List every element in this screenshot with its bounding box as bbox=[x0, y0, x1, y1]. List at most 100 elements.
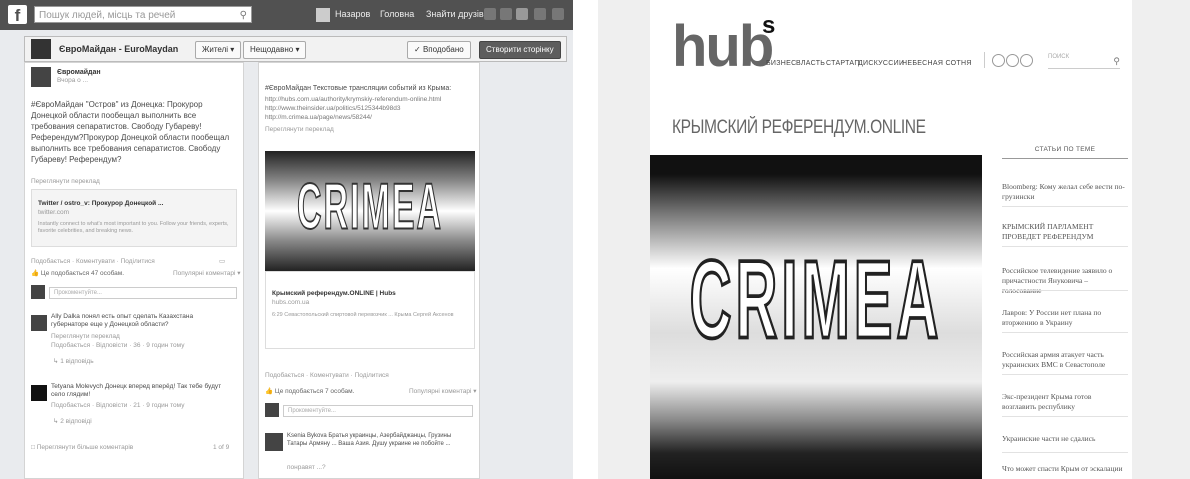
nav-power[interactable]: ВЛАСТЬ bbox=[796, 60, 825, 67]
nav-find-friends[interactable]: Знайти друзів bbox=[426, 9, 484, 19]
create-page-button[interactable]: Створити сторінку bbox=[479, 41, 561, 59]
comment-input[interactable]: Прокоментуйте... bbox=[49, 287, 237, 299]
nav-heavenly-hundred[interactable]: НЕБЕСНАЯ СОТНЯ bbox=[902, 60, 972, 67]
comment-text: Ksenia Bykova Братья украинцы, Азербайдж… bbox=[287, 433, 452, 447]
sidebar-divider bbox=[1002, 158, 1128, 159]
hubs-logo-superscript: s bbox=[762, 12, 776, 39]
post-link[interactable]: http://www.theinsider.ua/politics/512534… bbox=[265, 104, 401, 113]
page-header: ЄвроМайдан - EuroMaydan Жителі ▾ Нещодав… bbox=[24, 36, 567, 62]
nav-business[interactable]: БИЗНЕС bbox=[766, 60, 796, 67]
comment-avatar[interactable] bbox=[31, 385, 47, 401]
see-translation-link[interactable]: Переглянути переклад bbox=[265, 125, 334, 134]
recent-label: Нещодавно bbox=[250, 45, 294, 54]
related-article[interactable]: Лавров: У России нет плана по вторжению … bbox=[1002, 308, 1127, 328]
hubs-screenshot: hub s БИЗНЕС ВЛАСТЬ СТАРТАП ДИСКУССИИ НЕ… bbox=[598, 0, 1190, 479]
like-count[interactable]: 👍 Це подобається 47 особам. bbox=[31, 269, 124, 278]
post-avatar[interactable] bbox=[31, 67, 51, 87]
post-card-right: #ЄвроМайдан Текстовые трансляции событий… bbox=[258, 62, 480, 479]
search-icon[interactable]: ⚲ bbox=[240, 7, 247, 24]
post-text: #ЄвроМайдан "Остров" из Донецка: Прокуро… bbox=[31, 100, 230, 164]
comment-text: Tetyana Molevych Донецк вперед вперёд! Т… bbox=[51, 383, 222, 398]
comment-avatar[interactable] bbox=[31, 315, 47, 331]
sidebar-title: СТАТЬИ ПО ТЕМЕ bbox=[1034, 146, 1096, 153]
shared-image[interactable]: CRIMEA bbox=[265, 151, 475, 271]
residents-button[interactable]: Жителі ▾ bbox=[195, 41, 242, 59]
privacy-icon[interactable] bbox=[534, 8, 546, 20]
comment-sort[interactable]: Популярні коментарі ▾ bbox=[409, 387, 477, 396]
shared-link-box[interactable]: Twitter / ostro_v: Прокурор Донецкой ...… bbox=[31, 189, 237, 247]
crimea-hero-text: CRIMEA bbox=[689, 237, 943, 364]
settings-icon[interactable] bbox=[552, 8, 564, 20]
comment-translation[interactable]: Переглянути переклад bbox=[51, 332, 120, 341]
comment-actions[interactable]: Подобається · Відповісти · 36 · 9 годин … bbox=[51, 341, 184, 350]
nav-profile[interactable]: Назаров bbox=[335, 9, 370, 19]
profile-avatar[interactable] bbox=[316, 8, 330, 22]
page-avatar bbox=[31, 39, 51, 59]
comment-replies[interactable]: ↳ 2 відповіді bbox=[53, 417, 92, 426]
related-article[interactable]: Bloomberg: Кому желал себе вести по-груз… bbox=[1002, 182, 1127, 202]
commenter-avatar bbox=[265, 403, 279, 417]
comment-input[interactable]: Прокоментуйте... bbox=[283, 405, 473, 417]
like-count-text: Це подобається 47 особам. bbox=[40, 270, 125, 277]
search-input[interactable]: Пошук людей, місць та речей ⚲ bbox=[34, 6, 252, 23]
friend-requests-icon[interactable] bbox=[484, 8, 496, 20]
search-placeholder: Пошук людей, місць та речей bbox=[39, 10, 176, 21]
related-article[interactable]: Украинские части не сдались bbox=[1002, 434, 1127, 444]
more-comments-label: Переглянути більше коментарів bbox=[36, 444, 134, 451]
post-time[interactable]: Вчора о ... bbox=[57, 76, 88, 85]
twitter-icon[interactable] bbox=[992, 54, 1005, 67]
shared-link-desc: Instantly connect to what's most importa… bbox=[38, 221, 229, 234]
commenter-avatar bbox=[31, 285, 45, 299]
facebook-screenshot: f Пошук людей, місць та речей ⚲ Назаров … bbox=[0, 0, 573, 479]
nav-home[interactable]: Головна bbox=[380, 9, 414, 19]
vk-icon[interactable] bbox=[1020, 54, 1033, 67]
comment-avatar[interactable] bbox=[265, 433, 283, 451]
recent-button[interactable]: Нещодавно ▾ bbox=[243, 41, 307, 59]
shared-link-desc: 6:29 Севастопольский спиртовой перевозчи… bbox=[272, 312, 454, 318]
nav-divider bbox=[984, 52, 985, 68]
messages-icon[interactable] bbox=[500, 8, 512, 20]
page-title[interactable]: ЄвроМайдан - EuroMaydan bbox=[59, 44, 178, 54]
comment-replies[interactable]: ↳ 1 відповідь bbox=[53, 357, 94, 366]
article-title: КРЫМСКИЙ РЕФЕРЕНДУМ.ONLINE bbox=[672, 117, 926, 138]
nav-discussions[interactable]: ДИСКУССИИ bbox=[858, 60, 904, 67]
see-translation-link[interactable]: Переглянути переклад bbox=[31, 177, 100, 186]
nav-startup[interactable]: СТАРТАП bbox=[826, 60, 860, 67]
post-link[interactable]: http://m.crimea.ua/page/news/58244/ bbox=[265, 113, 372, 122]
post-card-left: Євромайдан Вчора о ... #ЄвроМайдан "Остр… bbox=[24, 62, 244, 479]
related-article[interactable]: Что может спасти Крым от эскалации bbox=[1002, 464, 1127, 474]
search-icon[interactable]: ⚲ bbox=[1113, 56, 1120, 67]
related-article[interactable]: КРЫМСКИЙ ПАРЛАМЕНТ ПРОВЕДЕТ РЕФЕРЕНДУМ bbox=[1002, 222, 1127, 242]
like-count[interactable]: 👍 Це подобається 7 особам. bbox=[265, 387, 354, 396]
comment-sort-label: Популярні коментарі bbox=[173, 270, 236, 277]
hero-image: CRIMEA bbox=[650, 155, 982, 479]
comment-count: 1 of 9 bbox=[213, 444, 230, 451]
shared-link-domain: twitter.com bbox=[38, 209, 70, 216]
more-comments-link[interactable]: □ Переглянути більше коментарів bbox=[31, 443, 133, 452]
comment-replies-label: 2 відповіді bbox=[60, 418, 92, 425]
post-link[interactable]: http://hubs.com.ua/authority/krymskiy-re… bbox=[265, 95, 441, 104]
post-actions[interactable]: Подобається · Коментувати · Поділитися bbox=[265, 371, 389, 380]
residents-label: Жителі bbox=[202, 45, 229, 54]
facebook-icon[interactable] bbox=[1006, 54, 1019, 67]
comment-text: Ally Dalka понял есть опыт сделать Казах… bbox=[51, 313, 194, 328]
facebook-logo-icon[interactable]: f bbox=[8, 5, 27, 25]
related-divider bbox=[1002, 374, 1128, 375]
post-actions[interactable]: Подобається · Коментувати · Поділитися bbox=[31, 257, 155, 266]
related-article[interactable]: Экс-президент Крыма готов возглавить рес… bbox=[1002, 392, 1127, 412]
liked-button[interactable]: ✓ Вподобано bbox=[407, 41, 471, 59]
search-input[interactable]: ПОИСК ⚲ bbox=[1048, 54, 1120, 69]
crimea-image-text: CRIMEA bbox=[296, 170, 444, 244]
comment-replies-label: 1 відповідь bbox=[60, 358, 94, 365]
comment-sort[interactable]: Популярні коментарі ▾ bbox=[173, 269, 241, 278]
notifications-icon[interactable] bbox=[516, 8, 528, 20]
shared-link-box[interactable]: Крымский референдум.ONLINE | Hubs hubs.c… bbox=[265, 271, 475, 349]
search-placeholder: ПОИСК bbox=[1048, 54, 1070, 60]
like-count-text: Це подобається 7 особам. bbox=[274, 388, 355, 395]
related-article[interactable]: Российская армия атакует часть украински… bbox=[1002, 350, 1127, 370]
comment-actions[interactable]: Подобається · Відповісти · 21 · 9 годин … bbox=[51, 401, 184, 410]
comment-sort-label: Популярні коментарі bbox=[409, 388, 472, 395]
related-article[interactable]: Российское телевидение заявило о причаст… bbox=[1002, 266, 1127, 296]
hubs-logo[interactable]: hub bbox=[672, 18, 774, 76]
comment-tail: понравят ...? bbox=[287, 464, 326, 471]
